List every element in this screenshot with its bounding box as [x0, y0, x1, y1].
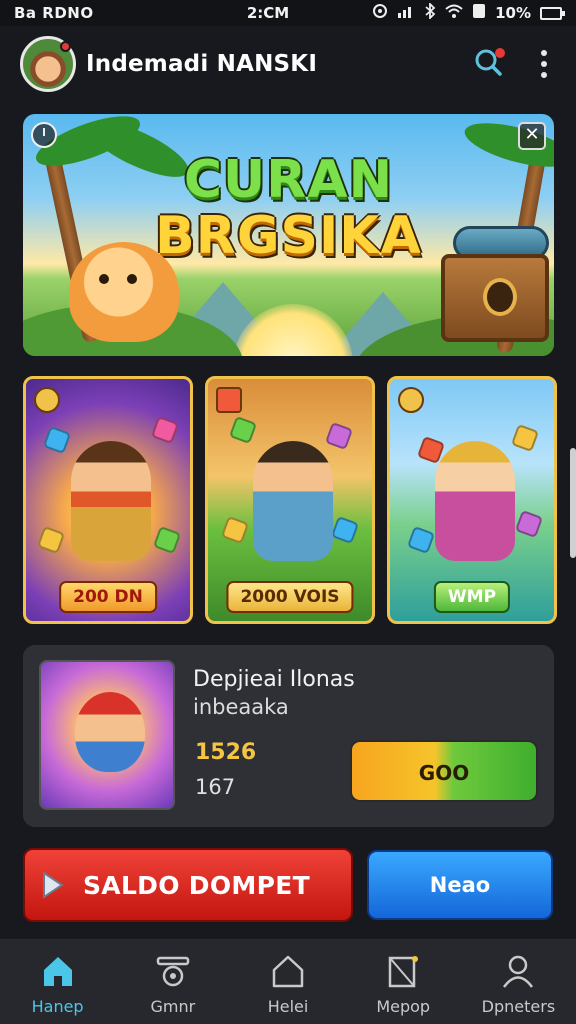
- more-vert-icon[interactable]: [532, 42, 556, 86]
- gem-icon: [330, 515, 360, 545]
- gem-icon: [36, 525, 66, 555]
- nav-item-map[interactable]: Mepop: [346, 939, 461, 1024]
- scrollbar[interactable]: [570, 448, 576, 558]
- card-tag: 200 DN: [59, 581, 157, 613]
- gem-icon: [514, 509, 544, 539]
- battery-icon: [540, 6, 565, 20]
- nav-item-profile[interactable]: Dpneters: [461, 939, 576, 1024]
- mascot-illustration: [69, 242, 179, 342]
- game-card-2[interactable]: 2000 VOIS: [205, 376, 375, 624]
- offer-count: 167: [195, 775, 236, 799]
- battery-percent: 10%: [495, 4, 531, 22]
- card-tag: 2000 VOIS: [226, 581, 354, 613]
- timer-icon: [31, 122, 57, 148]
- play-arrow-icon: [41, 870, 65, 900]
- bluetooth-icon: [424, 1, 436, 23]
- neao-button[interactable]: Neao: [367, 850, 553, 920]
- bottom-nav: Hanep Gmnr Helei Mepop Dpneters: [0, 938, 576, 1024]
- status-icons: 10%: [372, 1, 565, 23]
- game-icon: [153, 951, 193, 991]
- hero-character: [253, 441, 333, 561]
- search-button[interactable]: [466, 42, 510, 86]
- notification-dot: [60, 41, 71, 52]
- go-button[interactable]: GOO: [350, 740, 538, 802]
- nav-label: Dpneters: [481, 997, 556, 1016]
- alert-badge-icon: [216, 387, 242, 413]
- signal-icon: [397, 4, 415, 22]
- status-left-text: Ba RDNO: [14, 4, 94, 22]
- game-card-3[interactable]: WMP: [387, 376, 557, 624]
- game-card-1[interactable]: 200 DN: [23, 376, 193, 624]
- nav-label: Hanep: [31, 997, 84, 1016]
- search-notification-dot: [495, 48, 505, 58]
- status-bar: Ba RDNO 2:CM 10%: [0, 0, 576, 26]
- coin-icon: [398, 387, 424, 413]
- saldo-dompet-button[interactable]: SALDO DOMPET: [23, 848, 353, 922]
- nav-item-home[interactable]: Hanep: [0, 939, 115, 1024]
- gem-icon: [228, 415, 258, 445]
- saldo-dompet-label: SALDO DOMPET: [83, 870, 310, 900]
- banner-title-line1: CURAN: [183, 150, 394, 210]
- map-pin-icon: [383, 951, 423, 991]
- home-icon: [38, 951, 78, 991]
- offer-title: Depjieai Ilonas: [193, 667, 355, 692]
- page-title: Indemadi NANSKI: [86, 51, 318, 77]
- promo-banner[interactable]: CURAN BRGSIKA ✕: [23, 114, 554, 356]
- nav-label: Helei: [267, 997, 309, 1016]
- offer-subtitle: inbeaaka: [193, 695, 289, 719]
- house-outline-icon: [268, 951, 308, 991]
- avatar[interactable]: [20, 36, 76, 92]
- gem-icon: [406, 525, 436, 555]
- app-header: Indemadi NANSKI: [0, 26, 576, 102]
- offer-panel: Depjieai Ilonas inbeaaka 1526 167 GOO: [23, 645, 554, 827]
- hero-character: [71, 441, 151, 561]
- gem-icon: [42, 425, 72, 455]
- coin-icon: [34, 387, 60, 413]
- gem-icon: [220, 515, 250, 545]
- nav-item-game[interactable]: Gmnr: [115, 939, 230, 1024]
- gem-icon: [152, 525, 182, 555]
- chest-illustration: [441, 254, 549, 342]
- profile-icon: [498, 951, 538, 991]
- nav-item-helei[interactable]: Helei: [230, 939, 345, 1024]
- hero-character: [435, 441, 515, 561]
- gem-icon: [324, 421, 354, 451]
- nav-label: Gmnr: [150, 997, 196, 1016]
- alarm-icon: [372, 3, 388, 23]
- offer-price: 1526: [195, 740, 257, 765]
- gem-icon: [150, 415, 180, 445]
- close-icon[interactable]: ✕: [518, 122, 546, 150]
- offer-thumbnail[interactable]: [39, 660, 175, 810]
- nav-label: Mepop: [376, 997, 431, 1016]
- wifi-icon: [445, 4, 463, 22]
- sim-icon: [472, 3, 486, 23]
- status-time: 2:CM: [246, 4, 290, 22]
- card-tag: WMP: [433, 581, 511, 613]
- gem-icon: [510, 423, 540, 453]
